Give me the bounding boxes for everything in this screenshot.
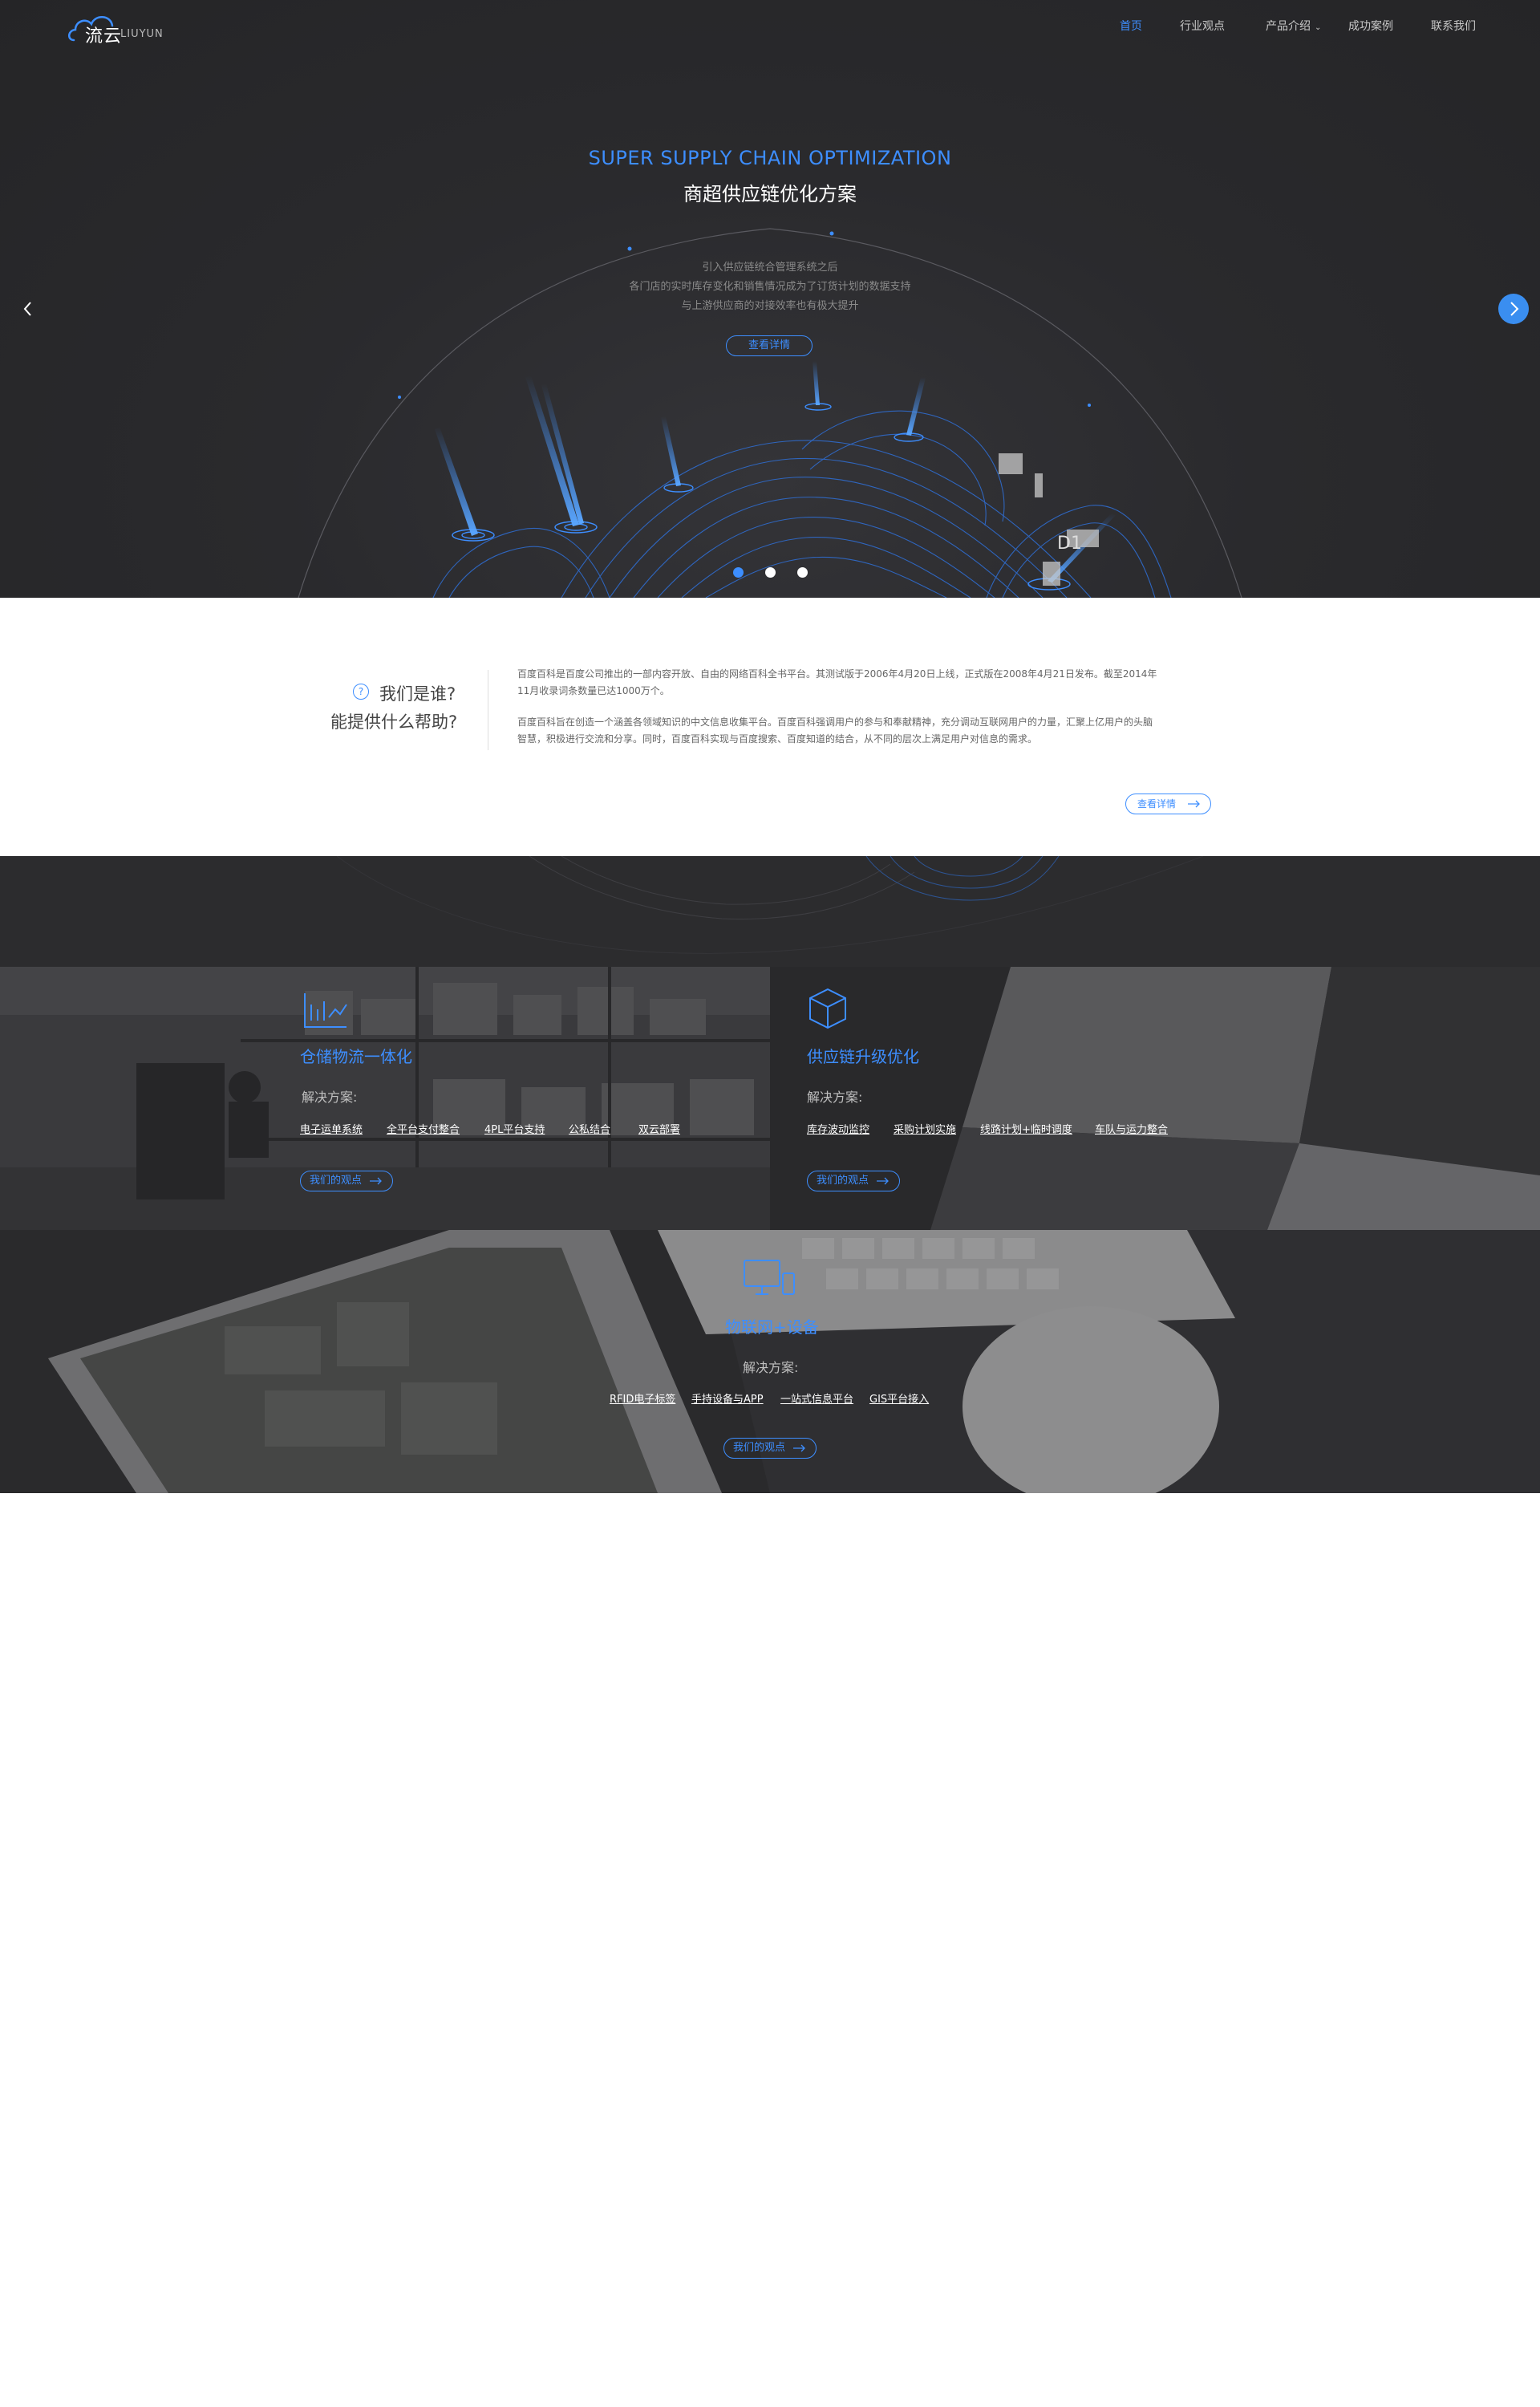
arrow-right-icon	[877, 1177, 889, 1185]
hero-description-line: 引入供应链统合管理系统之后	[702, 262, 838, 274]
carousel-dot[interactable]	[765, 567, 776, 578]
hero-title-cn: 商超供应链优化方案	[683, 183, 857, 205]
solution-link[interactable]: 一站式信息平台	[780, 1390, 853, 1406]
decorative-band	[0, 856, 1540, 967]
carousel-next-button[interactable]	[1498, 294, 1529, 324]
solution-views-button[interactable]: 我们的观点	[300, 1171, 393, 1191]
solution-link[interactable]: 双云部署	[638, 1121, 680, 1136]
solution-title: 供应链升级优化	[807, 1047, 919, 1066]
solution-link[interactable]: 电子运单系统	[300, 1121, 363, 1136]
solution-subtitle: 解决方案:	[743, 1360, 799, 1375]
about-title-line1: 我们是谁?	[379, 684, 456, 704]
nav-item-cases[interactable]: 成功案例	[1348, 18, 1393, 34]
solution-link[interactable]: GIS平台接入	[869, 1390, 929, 1406]
solution-views-button[interactable]: 我们的观点	[807, 1171, 900, 1191]
warehouse-chart-icon	[304, 993, 347, 1028]
solution-views-button[interactable]: 我们的观点	[723, 1438, 817, 1459]
hero-description-line: 各门店的实时库存变化和销售情况成为了订货计划的数据支持	[629, 281, 911, 293]
hero-description-line: 与上游供应商的对接效率也有极大提升	[681, 300, 859, 312]
about-details-label: 查看详情	[1137, 798, 1177, 810]
solution-subtitle: 解决方案:	[807, 1090, 863, 1105]
nav-item-home[interactable]: 首页	[1120, 18, 1142, 34]
logo-text-cn: 流云	[85, 26, 123, 47]
devices-icon	[744, 1260, 795, 1295]
solution-link[interactable]: 线路计划+临时调度	[980, 1121, 1072, 1136]
solution-views-label: 我们的观点	[733, 1442, 786, 1454]
about-paragraph-line: 百度百科旨在创造一个涵盖各领域知识的中文信息收集平台。百度百科强调用户的参与和奉…	[517, 716, 1153, 728]
chevron-down-icon: ⌄	[1315, 23, 1322, 32]
nav-item-contact[interactable]: 联系我们	[1431, 18, 1476, 34]
nav-item-products[interactable]: 产品介绍 ⌄	[1266, 18, 1321, 34]
hero-title-en: SUPER SUPPLY CHAIN OPTIMIZATION	[588, 147, 952, 169]
solution-title: 物联网+设备	[725, 1317, 819, 1337]
hero-map-mark: D1	[1057, 534, 1082, 554]
solution-panel-supply-chain: 供应链升级优化 解决方案: 库存波动监控 采购计划实施 线路计划+临时调度 车队…	[770, 967, 1540, 1230]
solution-views-label: 我们的观点	[817, 1175, 869, 1187]
cube-icon	[809, 988, 846, 1029]
about-paragraph-line: 百度百科是百度公司推出的一部内容开放、自由的网络百科全书平台。其测试版于2006…	[517, 668, 1157, 680]
chevron-left-icon	[23, 302, 31, 316]
hero-details-button[interactable]: 查看详情	[726, 335, 813, 356]
about-title-line2: 能提供什么帮助?	[330, 712, 458, 732]
arrow-right-icon	[793, 1444, 805, 1452]
solution-title: 仓储物流一体化	[300, 1047, 412, 1066]
carousel-dot[interactable]	[733, 567, 744, 578]
solution-link[interactable]: 4PL平台支持	[484, 1121, 545, 1136]
solution-link[interactable]: 手持设备与APP	[691, 1390, 764, 1406]
solution-subtitle: 解决方案:	[302, 1090, 358, 1105]
solution-panel-warehouse: 仓储物流一体化 解决方案: 电子运单系统 全平台支付整合 4PL平台支持 公私结…	[0, 967, 770, 1230]
chevron-right-icon	[1510, 302, 1519, 316]
hero-banner: 流云 LIUYUN 首页 行业观点 产品介绍 ⌄ 成功案例 联系我们 SUPER …	[0, 0, 1540, 598]
about-section: ? 我们是谁? 能提供什么帮助? 百度百科是百度公司推出的一部内容开放、自由的网…	[0, 598, 1540, 856]
solution-panel-iot: 物联网+设备 解决方案: RFID电子标签 手持设备与APP 一站式信息平台 G…	[0, 1230, 1540, 1493]
logo-text-en: LIUYUN	[120, 28, 164, 40]
solution-link[interactable]: 库存波动监控	[807, 1121, 869, 1136]
contour-pattern-graphic	[336, 856, 1204, 954]
carousel-prev-button[interactable]	[16, 297, 40, 321]
top-navigation: 流云 LIUYUN 首页 行业观点 产品介绍 ⌄ 成功案例 联系我们	[0, 0, 1540, 56]
solution-link[interactable]: 公私结合	[569, 1121, 610, 1136]
carousel-dot[interactable]	[797, 567, 808, 578]
arrow-right-icon	[1188, 800, 1200, 808]
about-details-button[interactable]: 查看详情	[1125, 794, 1211, 814]
nav-item-products-label: 产品介绍	[1266, 20, 1311, 33]
solution-link[interactable]: 车队与运力整合	[1095, 1121, 1168, 1136]
about-paragraph-line: 11月收录词条数量已达1000万个。	[517, 685, 670, 696]
solution-link[interactable]: 采购计划实施	[894, 1121, 956, 1136]
solution-views-label: 我们的观点	[310, 1175, 363, 1187]
solution-link[interactable]: 全平台支付整合	[387, 1121, 460, 1136]
solution-link[interactable]: RFID电子标签	[610, 1390, 675, 1406]
arrow-right-icon	[370, 1177, 382, 1185]
nav-item-industry-views[interactable]: 行业观点	[1180, 18, 1225, 34]
logo[interactable]: 流云 LIUYUN	[67, 10, 164, 47]
about-paragraph-line: 智慧，积极进行交流和分享。同时，百度百科实现与百度搜索、百度知道的结合，从不同的…	[517, 733, 1038, 745]
question-icon: ?	[353, 684, 369, 700]
